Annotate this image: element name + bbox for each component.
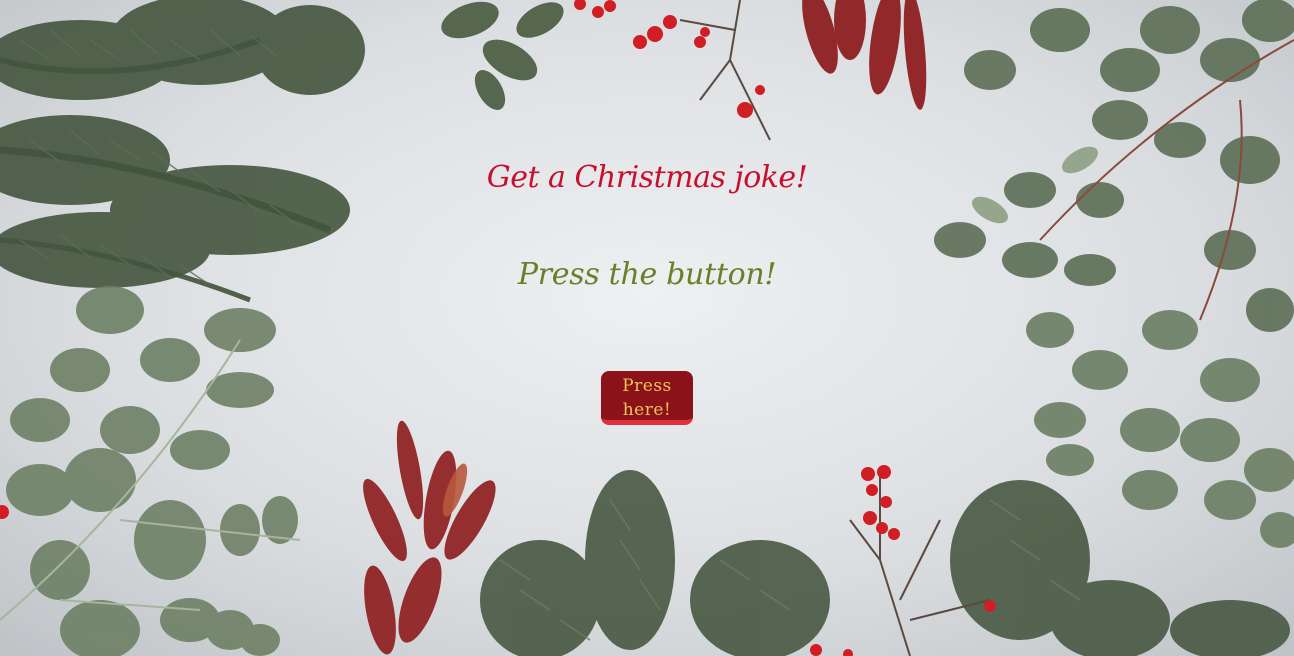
page-title: Get a Christmas joke!: [486, 160, 808, 195]
press-here-button[interactable]: Press here!: [601, 371, 693, 425]
joke-prompt-text: Press the button!: [517, 257, 777, 292]
christmas-background-photo: [0, 0, 1294, 656]
